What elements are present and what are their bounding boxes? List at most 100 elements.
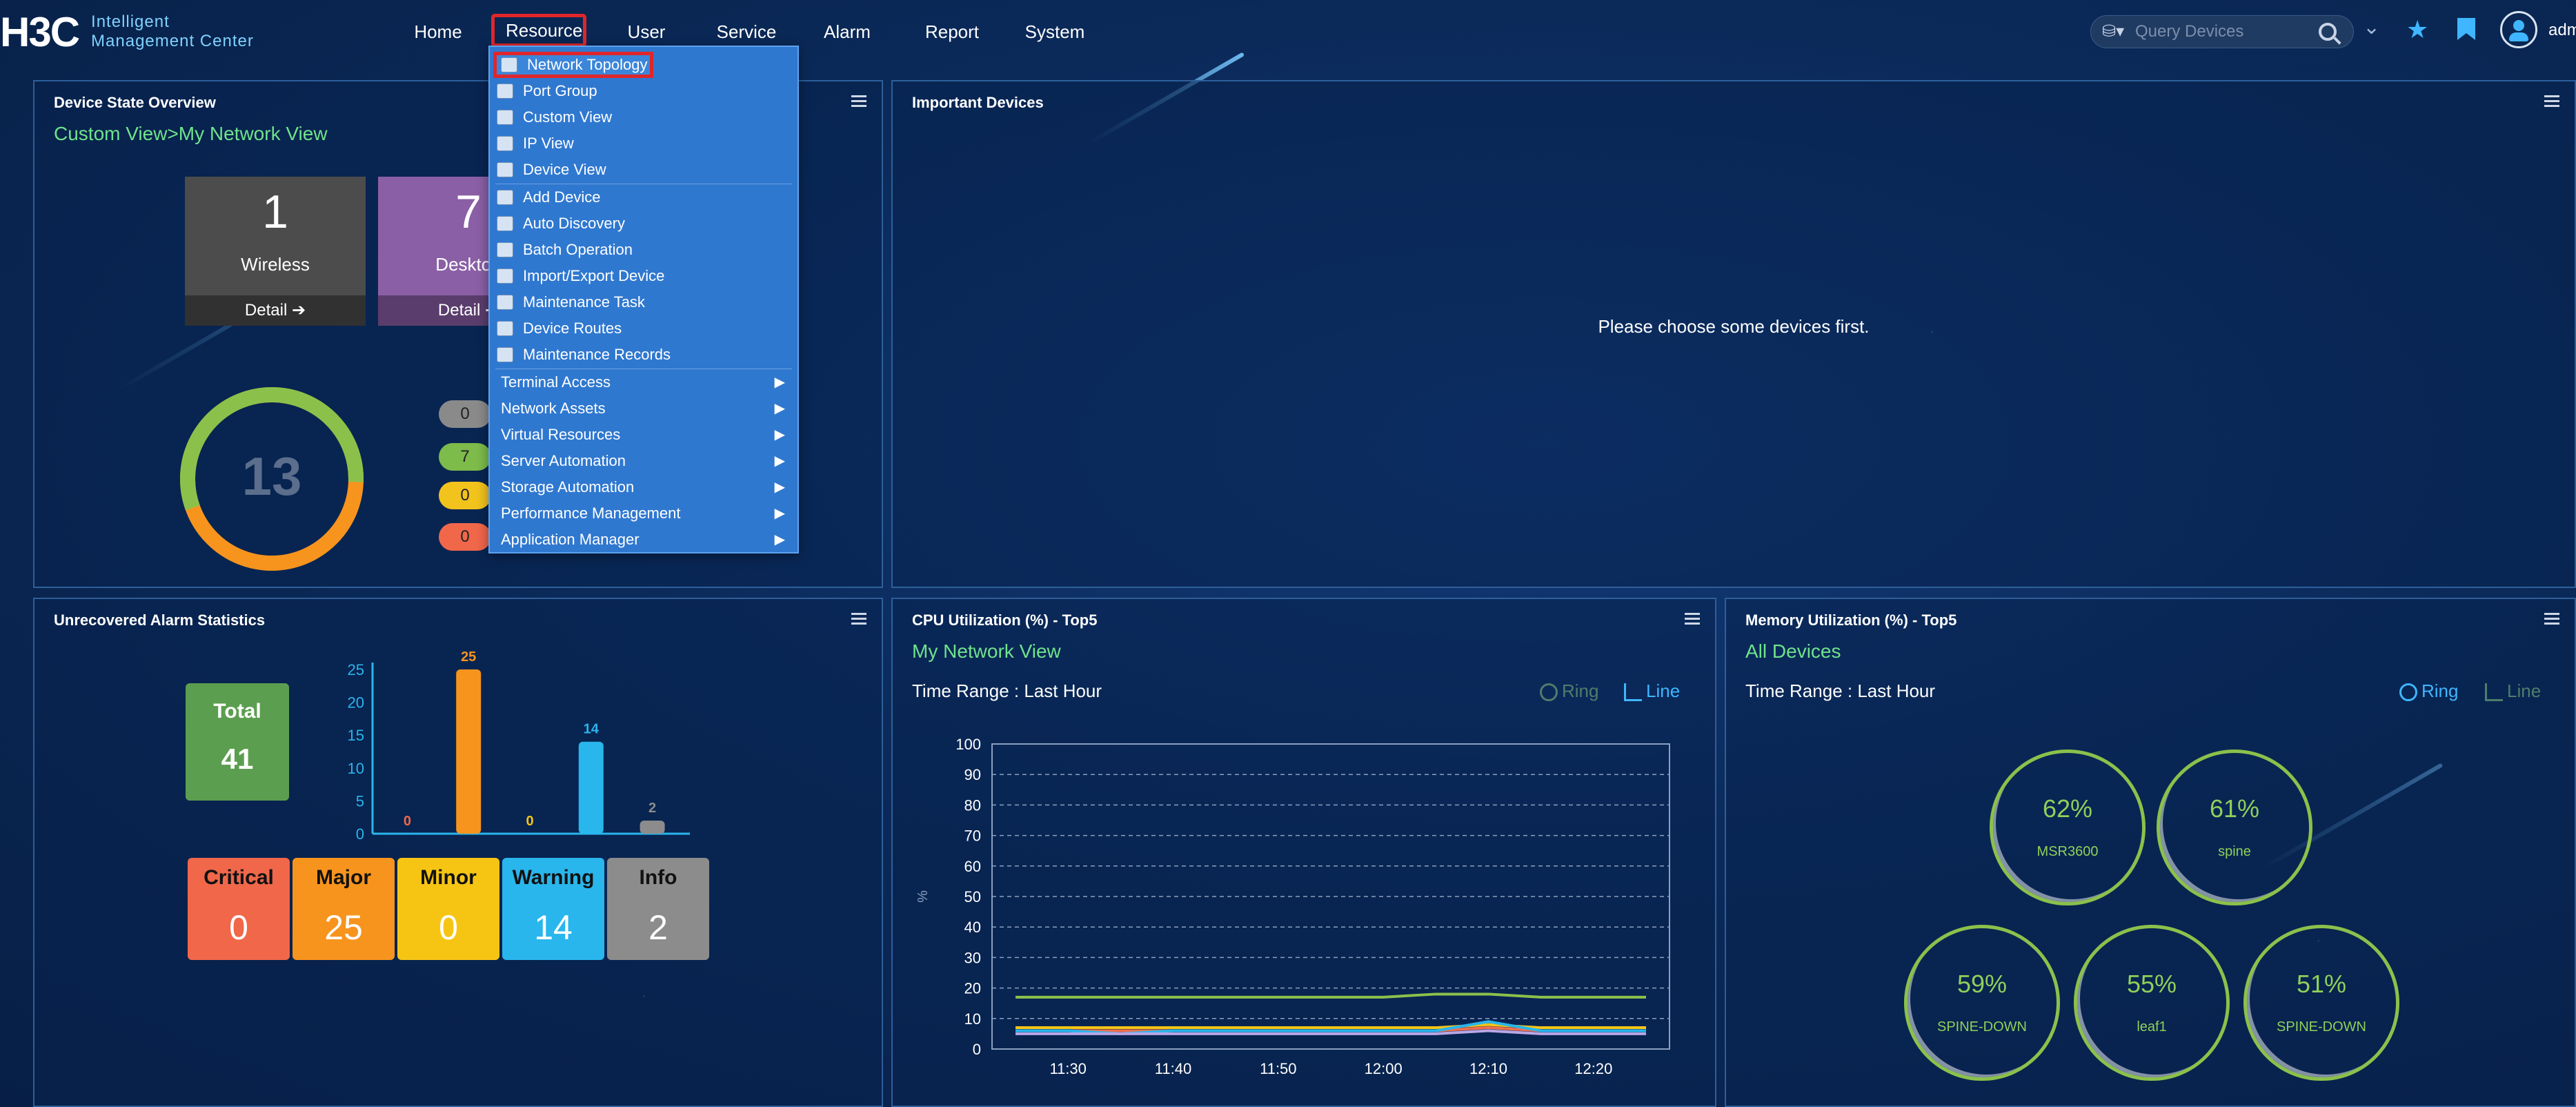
view-path[interactable]: Custom View>My Network View [54,123,328,145]
ring-device-name: spine [2218,844,2251,859]
submenu-arrow-icon: ▶ [774,480,785,495]
total-alarms-box[interactable]: Total 41 [186,683,289,801]
severity-label: Warning [512,866,595,889]
cpu-line-toggle[interactable]: Line [1624,680,1680,702]
resource-dropdown-menu: Network Topology Port Group Custom View … [488,46,799,554]
menu-item-add-device[interactable]: Add Device [490,185,797,210]
status-pill-critical[interactable]: 0 [439,523,491,551]
query-devices-search[interactable]: ⛁▾ Query Devices [2090,15,2354,48]
severity-major[interactable]: Major 25 [293,858,395,960]
panel-title: Unrecovered Alarm Statistics [54,611,266,629]
empty-message: Please choose some devices first. [1598,316,1870,337]
panel-title: Device State Overview [54,94,216,111]
severity-value: 0 [439,908,458,947]
y-tick-label: 0 [973,1041,981,1058]
submenu-network-assets[interactable]: Network Assets ▶ [490,396,797,421]
search-icon[interactable] [2319,23,2337,41]
chevron-down-icon[interactable]: ⌄ [2363,15,2380,39]
memory-line-toggle[interactable]: Line [2485,680,2541,702]
memory-view-name[interactable]: All Devices [1745,640,1841,663]
memory-ring-toggle[interactable]: Ring [2399,680,2458,702]
nav-home[interactable]: Home [393,15,483,48]
severity-critical[interactable]: Critical 0 [188,858,290,960]
custom-view-icon [497,110,513,125]
search-input[interactable]: Query Devices [2135,22,2319,41]
x-tick-label: 11:50 [1260,1060,1296,1077]
nav-system[interactable]: System [1011,15,1098,48]
y-tick-label: 20 [964,980,981,997]
nav-service[interactable]: Service [702,15,791,48]
menu-item-auto-discovery[interactable]: Auto Discovery [490,211,797,236]
panel-menu-icon[interactable] [1685,613,1700,625]
severity-warning[interactable]: Warning 14 [502,858,604,960]
auto-discovery-icon [497,216,513,231]
submenu-application-manager[interactable]: Application Manager ▶ [490,527,797,552]
status-pill-normal[interactable]: 7 [439,443,491,471]
menu-item-network-topology[interactable]: Network Topology [493,52,653,78]
topology-icon [501,57,517,72]
ring-icon [2399,683,2417,702]
ring-percent: 59% [1956,970,2008,998]
device-status-donut[interactable]: 13 [175,382,368,576]
menu-item-device-routes[interactable]: Device Routes [490,316,797,341]
favorites-star-icon[interactable]: ★ [2406,15,2428,44]
y-tick-label: 30 [964,949,981,966]
device-view-icon [497,162,513,177]
arrow-circle-icon: ➔ [291,301,306,320]
severity-minor[interactable]: Minor 0 [397,858,499,960]
memory-ring-leaf1[interactable]: 55% leaf1 [2074,925,2230,1081]
bar-major [456,669,482,834]
severity-label: Critical [204,866,274,889]
username[interactable]: adm [2548,21,2576,40]
menu-item-port-group[interactable]: Port Group [490,79,797,104]
wireless-tile[interactable]: 1 Wireless Detail ➔ [185,177,366,326]
memory-ring-msr3600[interactable]: 62% MSR3600 [1990,750,2146,905]
panel-menu-icon[interactable] [2544,613,2559,625]
status-pill-warning[interactable]: 0 [439,482,491,509]
cpu-view-name[interactable]: My Network View [912,640,1061,663]
menu-item-import-export-device[interactable]: Import/Export Device [490,264,797,288]
menu-item-maintenance-task[interactable]: Maintenance Task [490,290,797,315]
nav-user[interactable]: User [606,15,687,48]
menu-item-maintenance-records[interactable]: Maintenance Records [490,342,797,367]
bookmark-icon[interactable] [2456,17,2477,48]
panel-menu-icon[interactable] [2544,95,2559,108]
submenu-terminal-access[interactable]: Terminal Access ▶ [490,370,797,395]
bar-value-label: 14 [584,722,600,737]
x-tick-label: 12:20 [1574,1060,1612,1077]
memory-time-range: Time Range : Last Hour [1745,680,1936,701]
panel-menu-icon[interactable] [851,613,866,625]
severity-value: 25 [324,908,363,947]
submenu-performance-management[interactable]: Performance Management ▶ [490,501,797,526]
severity-info[interactable]: Info 2 [607,858,709,960]
submenu-storage-automation[interactable]: Storage Automation ▶ [490,475,797,500]
logo-subtitle-line2: Management Center [91,32,254,50]
nav-alarm[interactable]: Alarm [806,15,889,48]
panel-menu-icon[interactable] [851,95,866,108]
cpu-ring-toggle[interactable]: Ring [1540,680,1598,702]
submenu-arrow-icon: ▶ [774,401,785,416]
status-pill-unknown[interactable]: 0 [439,400,491,428]
y-tick-label: 25 [348,661,364,678]
severity-label: Major [315,866,371,889]
submenu-server-automation[interactable]: Server Automation ▶ [490,449,797,473]
panel-title: Important Devices [912,94,1044,111]
device-type-dropdown-icon[interactable]: ⛁▾ [2102,23,2126,41]
memory-ring-spine-down-1[interactable]: 59% SPINE-DOWN [1904,925,2060,1081]
menu-item-device-view[interactable]: Device View [490,157,797,182]
menu-item-custom-view[interactable]: Custom View [490,105,797,130]
cpu-time-range: Time Range : Last Hour [912,680,1102,701]
wireless-detail-link[interactable]: Detail ➔ [185,295,366,326]
h3c-logo[interactable]: H3C Intelligent Management Center [0,9,254,55]
menu-item-ip-view[interactable]: IP View [490,131,797,156]
memory-ring-spine-down-2[interactable]: 51% SPINE-DOWN [2243,925,2399,1081]
memory-ring-spine[interactable]: 61% spine [2157,750,2312,905]
line-chart-icon [2485,683,2503,702]
menu-item-batch-operation[interactable]: Batch Operation [490,237,797,262]
submenu-virtual-resources[interactable]: Virtual Resources ▶ [490,422,797,447]
nav-report[interactable]: Report [909,15,995,48]
nav-resource[interactable]: Resource [491,14,586,47]
important-devices-panel: Important Devices Please choose some dev… [891,80,2576,588]
user-avatar-icon[interactable] [2500,11,2537,48]
severity-label: Info [639,866,677,889]
